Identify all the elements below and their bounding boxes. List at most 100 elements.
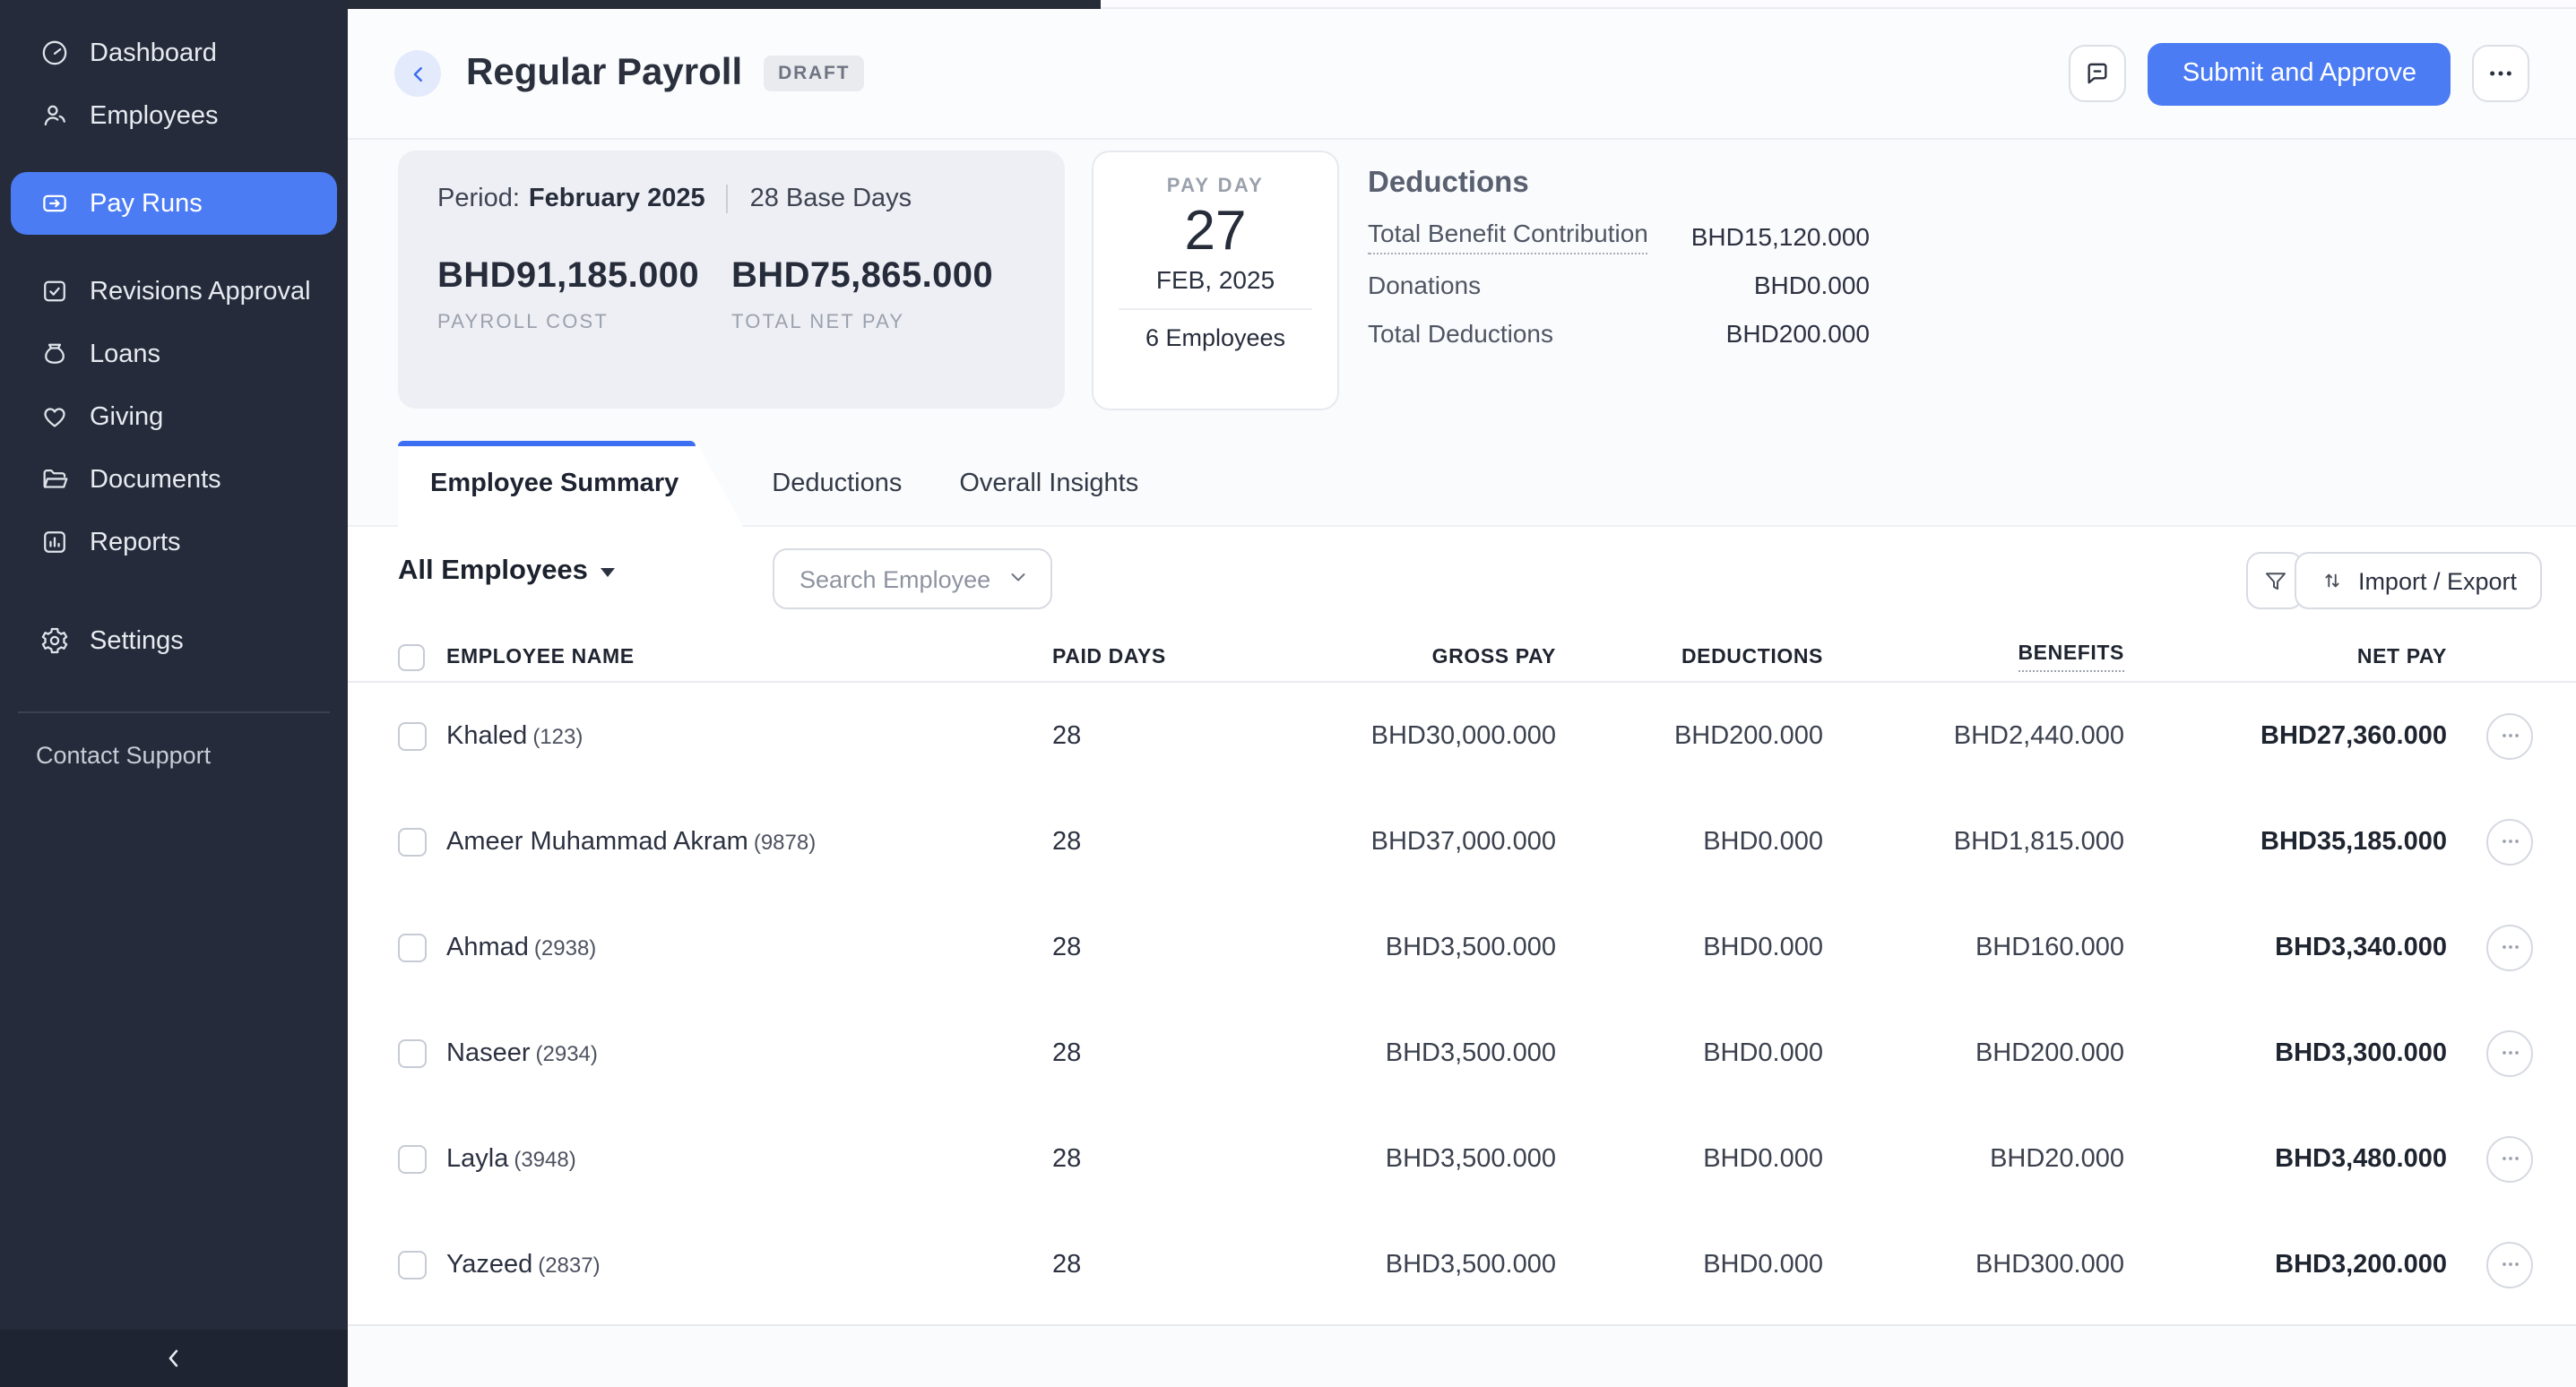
row-checkbox[interactable] [398,721,427,750]
employee-row[interactable]: Khaled(123) 28 BHD30,000.000 BHD200.000 … [348,683,2576,788]
employee-row[interactable]: Naseer(2934) 28 BHD3,500.000 BHD0.000 BH… [348,1000,2576,1106]
import-export-button[interactable]: Import / Export [2295,552,2542,609]
row-more-actions-button[interactable] [2486,924,2533,970]
deduction-value: BHD200.000 [1726,318,1870,347]
col-header-net-pay: NET PAY [2357,647,2447,668]
deduction-value: BHD15,120.000 [1691,221,1870,250]
sidebar-item-label: Loans [90,340,160,368]
net-pay-cell: BHD35,185.000 [2260,827,2447,856]
tab[interactable]: Deductions [743,441,930,527]
sidebar-divider [18,711,330,713]
col-header-employee-name: EMPLOYEE NAME [446,647,635,668]
employee-name-cell: Khaled(123) [446,721,583,750]
sidebar: Dashboard Employees Pay Runs Revisions A… [0,0,348,1387]
period-card: Period: February 2025 28 Base Days BHD91… [398,151,1065,409]
comments-button[interactable] [2070,45,2127,102]
back-button[interactable] [394,50,441,97]
row-checkbox[interactable] [398,1250,427,1279]
employee-id: (2938) [534,935,596,960]
deduction-value: BHD0.000 [1754,270,1870,298]
documents-icon [39,464,70,495]
paid-days-cell: 28 [1052,1038,1081,1067]
sidebar-item[interactable]: Revisions Approval [11,260,337,323]
payday-label: PAY DAY [1094,176,1337,197]
ellipsis-icon [2498,830,2521,853]
sidebar-item-label: Dashboard [90,39,217,67]
tab[interactable]: Employee Summary [398,441,743,527]
row-checkbox[interactable] [398,1144,427,1173]
sidebar-item[interactable]: Giving [11,385,337,448]
benefits-cell: BHD160.000 [1975,933,2124,961]
payday-divider [1119,308,1312,310]
select-all-checkbox[interactable] [398,644,425,671]
row-checkbox[interactable] [398,933,427,961]
app-window: Dashboard Employees Pay Runs Revisions A… [0,0,2576,1387]
ellipsis-icon [2498,1253,2521,1276]
net-pay-cell: BHD3,480.000 [2275,1144,2447,1173]
top-strip-dark-segment [348,0,1101,9]
row-checkbox[interactable] [398,827,427,856]
sidebar-item[interactable]: Settings [11,609,337,672]
employee-row[interactable]: Ahmad(2938) 28 BHD3,500.000 BHD0.000 BHD… [348,894,2576,1000]
row-more-actions-button[interactable] [2486,1241,2533,1288]
payroll-cost-value: BHD91,185.000 [437,256,731,297]
benefits-cell: BHD2,440.000 [1954,721,2124,750]
sidebar-item[interactable]: Documents [11,448,337,511]
submit-and-approve-button[interactable]: Submit and Approve [2148,42,2451,105]
tab[interactable]: Overall Insights [930,441,1167,527]
employee-id: (123) [532,723,583,748]
sidebar-item-label: Pay Runs [90,189,203,218]
employee-row[interactable]: Ameer Muhammad Akram(9878) 28 BHD37,000.… [348,788,2576,894]
contact-support-link[interactable]: Contact Support [36,742,348,769]
sidebar-item[interactable]: Loans [11,323,337,385]
row-more-actions-button[interactable] [2486,1029,2533,1076]
sidebar-item[interactable]: Dashboard [11,22,337,84]
benefits-cell: BHD1,815.000 [1954,827,2124,856]
base-days: 28 Base Days [750,185,912,213]
col-header-paid-days: PAID DAYS [1052,647,1166,668]
row-more-actions-button[interactable] [2486,1135,2533,1182]
payroll-cost-label: PAYROLL COST [437,312,731,333]
employee-id: (2934) [536,1040,598,1065]
employee-name-cell: Ameer Muhammad Akram(9878) [446,827,816,856]
chevron-down-icon [1007,565,1029,592]
period-value: February 2025 [529,185,705,213]
sidebar-collapse-button[interactable] [0,1330,348,1387]
employee-id: (3948) [514,1146,575,1171]
deductions-summary: Deductions Total Benefit Contribution BH… [1368,151,1870,346]
deductions-cell: BHD200.000 [1674,721,1823,750]
deductions-cell: BHD0.000 [1703,827,1823,856]
main-content: Regular Payroll DRAFT Submit and Approve… [348,0,2576,1387]
period-label: Period: [437,185,520,213]
comment-icon [2084,59,2113,88]
search-employee-select[interactable]: Search Employee [773,548,1052,609]
employee-row[interactable]: Layla(3948) 28 BHD3,500.000 BHD0.000 BHD… [348,1106,2576,1211]
sidebar-item[interactable]: Pay Runs [11,172,337,235]
employee-row[interactable]: Yazeed(2837) 28 BHD3,500.000 BHD0.000 BH… [348,1211,2576,1317]
col-header-benefits: BENEFITS [2018,643,2124,672]
row-more-actions-button[interactable] [2486,818,2533,865]
row-more-actions-button[interactable] [2486,712,2533,759]
pay-runs-icon [39,188,70,219]
deduction-row: Total Deductions BHD200.000 [1368,319,1870,346]
sidebar-item[interactable]: Reports [11,511,337,573]
revisions-approval-icon [39,276,70,306]
import-export-icon [2321,568,2346,593]
benefits-cell: BHD300.000 [1975,1250,2124,1279]
employee-scope-dropdown[interactable]: All Employees [398,556,615,588]
tab-bar: Employee Summary Deductions Overall Insi… [398,441,1167,527]
reports-icon [39,527,70,557]
ellipsis-icon [2498,935,2521,959]
paid-days-cell: 28 [1052,1144,1081,1173]
sidebar-item[interactable]: Employees [11,84,337,147]
net-pay-cell: BHD3,200.000 [2275,1250,2447,1279]
payday-employee-count: 6 Employees [1094,324,1337,351]
chevron-left-icon [161,1346,186,1371]
header-actions: Submit and Approve [2070,42,2529,105]
deductions-title: Deductions [1368,167,1870,201]
deduction-label: Total Benefit Contribution [1368,218,1648,254]
row-checkbox[interactable] [398,1038,427,1067]
caret-down-icon [601,567,615,583]
more-actions-button[interactable] [2472,45,2529,102]
sidebar-item-label: Giving [90,402,163,431]
